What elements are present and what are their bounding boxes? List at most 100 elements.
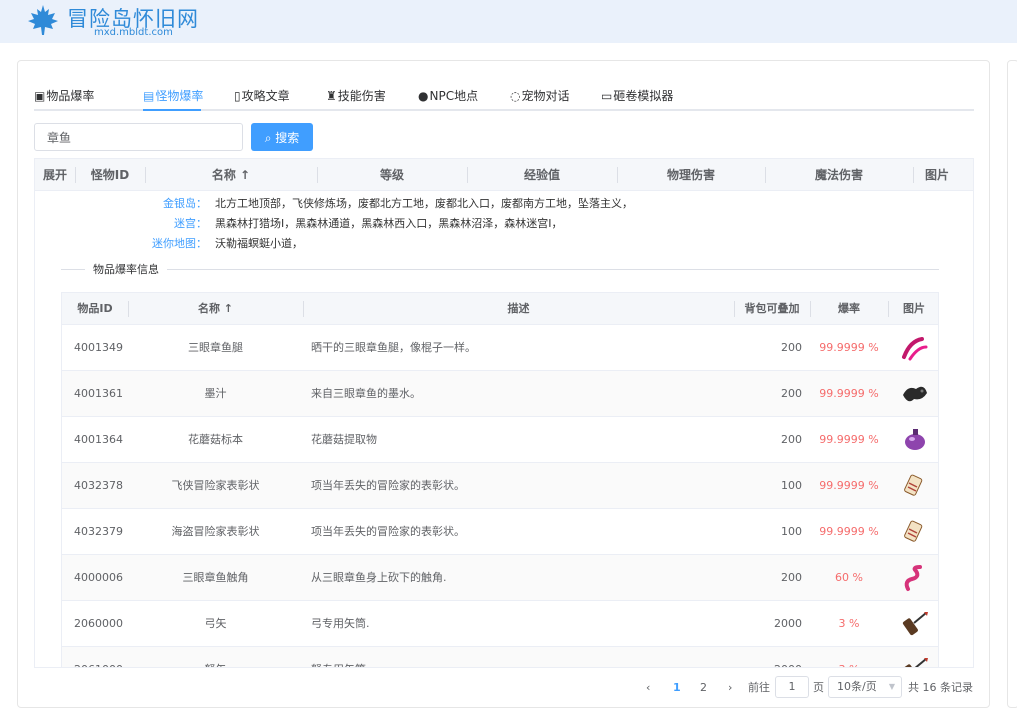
- prev-page-icon[interactable]: ‹: [646, 676, 650, 700]
- tab-npc-location[interactable]: ●NPC地点: [418, 87, 478, 104]
- main-card: ▣物品爆率 ▤怪物爆率 ▯攻略文章 ♜技能伤害 ●NPC地点 ◌宠物对话 ▭砸卷…: [17, 60, 990, 708]
- drop-cell-id: 2061000: [74, 647, 128, 667]
- drop-cell-stack: 200: [781, 433, 802, 446]
- tab-monster-drop[interactable]: ▤怪物爆率: [143, 87, 203, 104]
- pagination: ‹ 1 2 › 前往 1 页 10条/页 ▼ 共 16 条记录: [638, 676, 978, 700]
- tab-label: NPC地点: [429, 89, 479, 103]
- drop-cell-desc: 弓专用矢筒.: [311, 617, 370, 630]
- tab-label: 技能伤害: [337, 89, 386, 103]
- search-icon: ⌕: [264, 130, 272, 145]
- drop-cell-name: 墨汁: [204, 387, 227, 400]
- drop-cell-rate: 60 %: [835, 571, 863, 584]
- tab-scroll-sim[interactable]: ▭砸卷模拟器: [601, 87, 673, 104]
- goto-page-input[interactable]: 1: [775, 676, 809, 698]
- drop-cell-stack: 2000: [734, 647, 802, 667]
- active-tab-indicator: [143, 109, 201, 111]
- next-page-icon[interactable]: ›: [728, 676, 732, 700]
- drop-cell-desc: 来自三眼章鱼的墨水。: [311, 387, 421, 400]
- drop-cell-desc: 晒干的三眼章鱼腿，像棍子一样。: [311, 341, 476, 354]
- drop-row: 4001361 墨汁 来自三眼章鱼的墨水。 200 99.9999 %: [62, 371, 938, 417]
- col-item-image: 图片: [903, 302, 925, 315]
- person-icon: ●: [418, 89, 429, 103]
- search-input[interactable]: [34, 123, 243, 151]
- tab-guides[interactable]: ▯攻略文章: [234, 87, 290, 104]
- drop-row: 2060000 弓矢 弓专用矢筒. 2000 3 %: [62, 601, 938, 647]
- maple-leaf-icon: [28, 5, 58, 35]
- drop-cell-rate: 3 %: [810, 647, 888, 667]
- monster-table: 展开 怪物ID 名称 ↑ 等级 经验值 物理伤害 魔法伤害 图片 金银岛： 北方…: [34, 158, 974, 668]
- map-region-label: 金银岛：: [163, 197, 207, 210]
- map-row: 迷宫：: [35, 215, 207, 231]
- drop-cell-name: 飞侠冒险家表彰状: [171, 479, 260, 492]
- drop-cell-desc: 项当年丢失的冒险家的表彰状。: [311, 525, 465, 538]
- col-physical-damage: 物理伤害: [666, 168, 715, 182]
- drop-cell-name: 三眼章鱼触角: [182, 571, 249, 584]
- col-description: 描述: [507, 302, 530, 315]
- drop-cell-stack: 200: [781, 571, 802, 584]
- map-region-label: 迷你地图：: [152, 237, 207, 250]
- scroll-icon: ▭: [601, 89, 613, 103]
- map-list: 黑森林打猎场I，黑森林通道，黑森林西入口，黑森林沼泽，森林迷宫I，: [215, 217, 563, 230]
- scroll-icon: [900, 517, 930, 547]
- col-expand: 展开: [42, 168, 67, 182]
- search-button-label: 搜索: [275, 130, 300, 145]
- tab-label: 宠物对话: [521, 89, 570, 103]
- monster-icon: ▤: [143, 89, 155, 103]
- page-size-select[interactable]: 10条/页 ▼: [828, 676, 902, 698]
- page-size-value: 10条/页: [837, 680, 877, 693]
- tab-skill-damage[interactable]: ♜技能伤害: [326, 87, 386, 104]
- col-exp: 经验值: [523, 168, 560, 182]
- tentacle-icon: [900, 333, 930, 363]
- page-number[interactable]: 2: [700, 676, 707, 700]
- col-item-name-sortable[interactable]: 名称 ↑: [128, 293, 303, 325]
- expanded-row-detail: 金银岛： 北方工地顶部，飞侠修炼场，废都北方工地，废都北入口，废都南方工地，坠落…: [35, 192, 961, 667]
- tab-item-drop[interactable]: ▣物品爆率: [34, 87, 94, 104]
- flask-icon: [900, 425, 930, 455]
- scroll-icon: [900, 471, 930, 501]
- drop-table-header: 物品ID 名称 ↑ 描述 背包可叠加 爆率 图片: [62, 293, 938, 325]
- map-row: 金银岛：: [35, 195, 207, 211]
- document-icon: ▯: [234, 89, 241, 103]
- drop-cell-stack: 200: [781, 341, 802, 354]
- page-unit: 页: [813, 681, 824, 694]
- section-divider: [61, 269, 939, 270]
- drop-cell-rate: 99.9999 %: [819, 387, 879, 400]
- table-header: 展开 怪物ID 名称 ↑ 等级 经验值 物理伤害 魔法伤害 图片: [35, 159, 973, 191]
- drop-cell-name: 花蘑菇标本: [188, 433, 243, 446]
- drop-cell-name: 海盗冒险家表彰状: [171, 525, 260, 538]
- drop-cell-name: 弓矢: [204, 617, 227, 630]
- drop-cell-id: 4001361: [74, 387, 123, 400]
- drop-table: 物品ID 名称 ↑ 描述 背包可叠加 爆率 图片 4001349 三眼章鱼腿 晒干的…: [61, 292, 939, 667]
- col-item-id: 物品ID: [77, 302, 113, 315]
- drop-cell-desc: 弩专用矢筒.: [311, 647, 731, 667]
- drop-cell-id: 4001349: [74, 341, 123, 354]
- chat-icon: ◌: [510, 89, 521, 103]
- col-name-sortable[interactable]: 名称 ↑: [145, 159, 317, 191]
- drop-cell-rate: 99.9999 %: [819, 341, 879, 354]
- drop-cell-name: 三眼章鱼腿: [188, 341, 243, 354]
- drop-cell-name: 弩矢: [128, 647, 303, 667]
- brand-domain: mxd.mbldt.com: [94, 27, 173, 38]
- drop-row: 4032379 海盗冒险家表彰状 项当年丢失的冒险家的表彰状。 100 99.9999 …: [62, 509, 938, 555]
- drop-cell-rate: 3 %: [838, 617, 860, 630]
- col-magic-damage: 魔法伤害: [814, 168, 863, 182]
- tab-label: 怪物爆率: [155, 89, 204, 103]
- col-stack: 背包可叠加: [744, 302, 800, 315]
- drop-row: 4001364 花蘑菇标本 花蘑菇提取物 200 99.9999 %: [62, 417, 938, 463]
- skill-icon: ♜: [326, 89, 337, 103]
- side-card: [1007, 60, 1017, 708]
- drop-row: 4032378 飞侠冒险家表彰状 项当年丢失的冒险家的表彰状。 100 99.9999 …: [62, 463, 938, 509]
- drop-cell-rate: 99.9999 %: [819, 525, 879, 538]
- search-button[interactable]: ⌕ 搜索: [251, 123, 313, 151]
- page-number[interactable]: 1: [673, 676, 681, 700]
- drop-cell-desc: 项当年丢失的冒险家的表彰状。: [311, 479, 465, 492]
- quiver-icon: [900, 609, 930, 639]
- tentacle-curl-icon: [900, 563, 930, 593]
- drop-section-title: 物品爆率信息: [85, 261, 167, 277]
- drop-cell-stack: 100: [781, 479, 802, 492]
- chevron-down-icon: ▼: [888, 682, 895, 691]
- drop-cell-id: 4000006: [74, 571, 123, 584]
- goto-label: 前往: [748, 681, 770, 694]
- tab-pet-dialog[interactable]: ◌宠物对话: [510, 87, 570, 104]
- drop-row: 4000006 三眼章鱼触角 从三眼章鱼身上砍下的触角. 200 60 %: [62, 555, 938, 601]
